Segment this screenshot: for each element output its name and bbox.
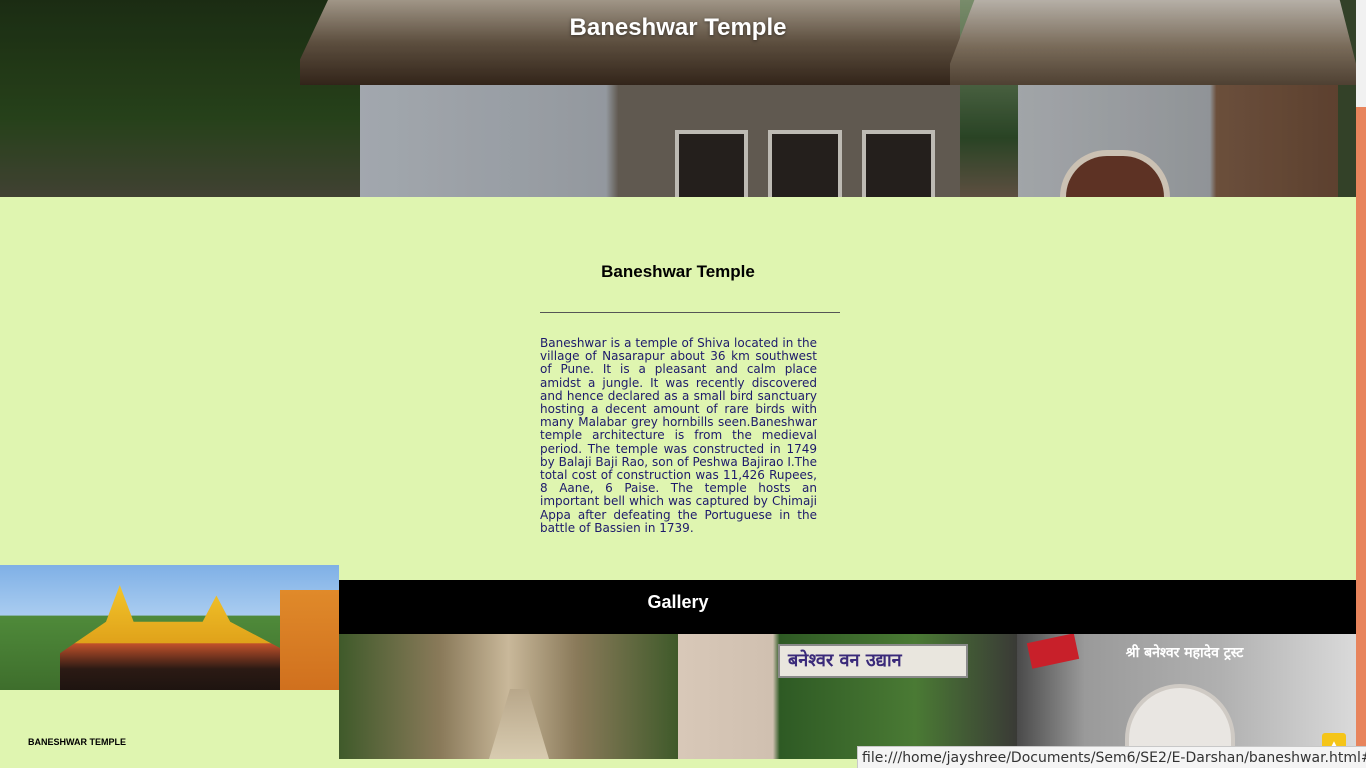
about-description: Baneshwar is a temple of Shiva located i… bbox=[540, 336, 817, 535]
gallery-title: Gallery bbox=[647, 592, 709, 612]
gallery-image-trust-gate[interactable]: श्री बनेश्वर महादेव ट्रस्ट bbox=[1017, 634, 1356, 759]
divider bbox=[540, 312, 840, 313]
page: Baneshwar Temple Baneshwar Temple Banesh… bbox=[0, 0, 1366, 768]
page-title: Baneshwar Temple bbox=[569, 14, 787, 41]
garden-sign: बनेश्वर वन उद्यान bbox=[778, 644, 968, 678]
gallery-image-garden-sign[interactable]: बनेश्वर वन उद्यान bbox=[678, 634, 1017, 759]
trust-sign: श्री बनेश्वर महादेव ट्रस्ट bbox=[1125, 645, 1244, 661]
header-banner-image: Baneshwar Temple bbox=[0, 0, 1356, 197]
gallery-image-forest-path[interactable] bbox=[339, 634, 678, 759]
about-heading: Baneshwar Temple bbox=[601, 262, 755, 281]
vertical-scrollbar[interactable] bbox=[1356, 0, 1366, 768]
gallery-header: Gallery bbox=[339, 580, 1356, 634]
status-bar-url: file:///home/jayshree/Documents/Sem6/SE2… bbox=[857, 746, 1366, 768]
gallery-caption: BANESHWAR TEMPLE bbox=[28, 737, 127, 747]
gallery-image-temple[interactable] bbox=[0, 565, 339, 690]
scrollbar-thumb[interactable] bbox=[1356, 107, 1366, 768]
